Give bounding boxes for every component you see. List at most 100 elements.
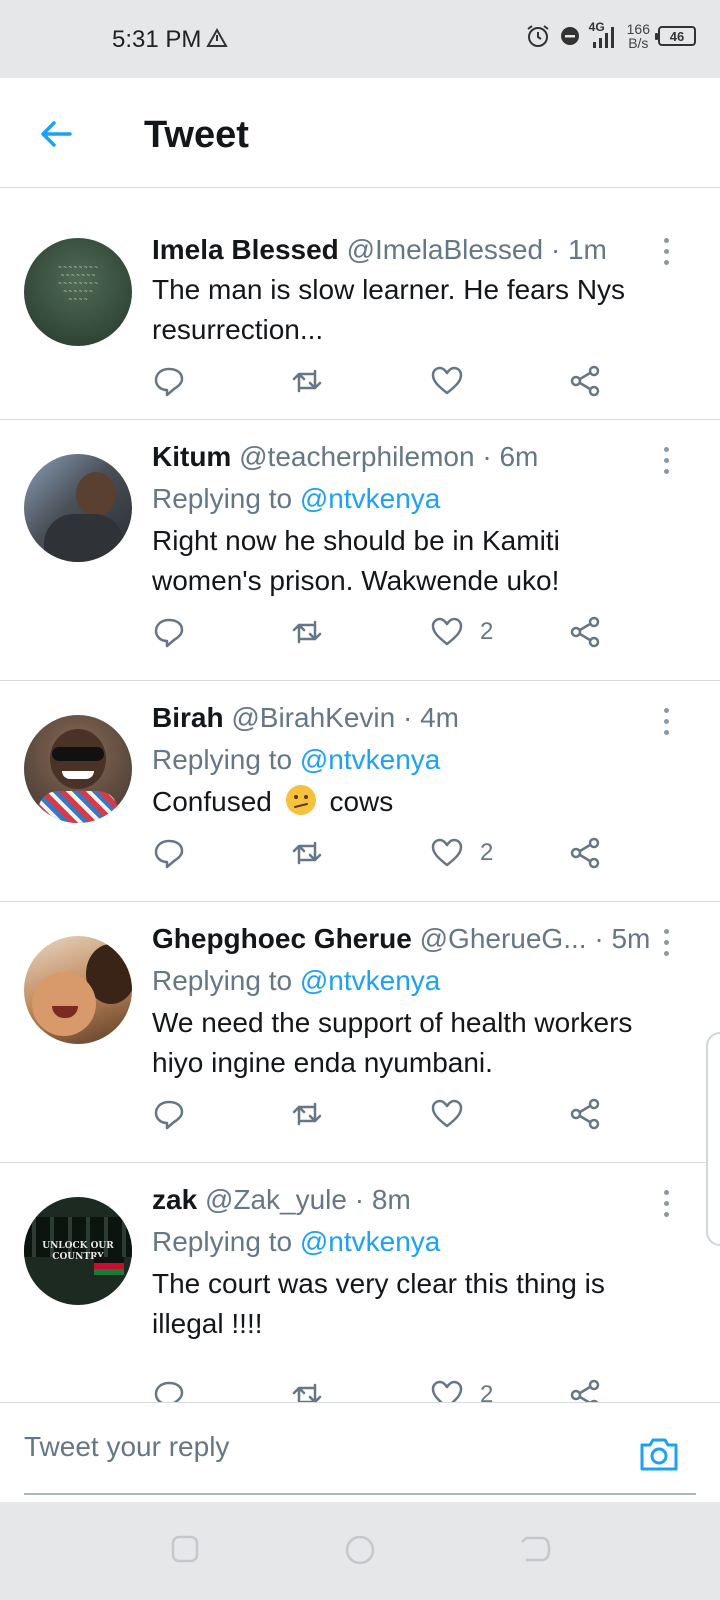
tweet-text-line: illegal !!!!	[152, 1308, 263, 1339]
home-icon[interactable]	[344, 1534, 376, 1566]
warning-icon	[206, 28, 228, 47]
replying-to-label: Replying to	[152, 1226, 293, 1257]
reply-icon	[154, 839, 184, 869]
tweet-actions: 2	[152, 615, 632, 651]
replying-to: Replying to @ntvkenya	[152, 479, 660, 519]
avatar[interactable]	[24, 715, 132, 823]
avatar[interactable]	[24, 454, 132, 562]
reply-icon	[154, 367, 184, 397]
mention-link[interactable]: @ntvkenya	[300, 483, 441, 514]
tweet-header: Birah @BirahKevin · 4m	[152, 700, 660, 736]
replying-to: Replying to @ntvkenya	[152, 961, 660, 1001]
network-speed: 166 B/s	[627, 22, 650, 50]
reply-icon	[154, 1381, 184, 1402]
mention-link[interactable]: @ntvkenya	[300, 965, 441, 996]
author-handle[interactable]: @ImelaBlessed	[347, 234, 544, 265]
reply-button[interactable]	[152, 615, 186, 649]
author-name[interactable]: Birah	[152, 702, 224, 733]
tweet-text: The man is slow learner. He fears Nys re…	[152, 270, 660, 350]
reply-button[interactable]	[152, 1097, 186, 1131]
retweet-button[interactable]	[290, 615, 324, 649]
avatar[interactable]	[24, 936, 132, 1044]
like-button[interactable]	[430, 1097, 480, 1131]
tweet-text-line: The court was very clear this thing is	[152, 1268, 605, 1299]
share-icon	[570, 365, 600, 397]
reply-button[interactable]	[152, 1378, 186, 1402]
back-nav-icon[interactable]	[520, 1534, 552, 1564]
like-count: 2	[480, 618, 494, 645]
more-options-icon[interactable]	[662, 1190, 670, 1223]
reply-composer: Tweet your reply	[0, 1402, 720, 1502]
heart-icon	[431, 366, 463, 395]
signal-icon: 4G	[589, 20, 619, 50]
battery-indicator: 46	[655, 26, 696, 46]
more-options-icon[interactable]	[662, 929, 670, 962]
like-button[interactable]	[430, 364, 480, 398]
page-title: Tweet	[144, 114, 249, 156]
tweet-time: 1m	[567, 234, 607, 265]
tweet-text-part: cows	[329, 786, 394, 817]
author-name[interactable]: zak	[152, 1184, 197, 1215]
tweet-header: zak @Zak_yule · 8m	[152, 1182, 660, 1218]
replying-to-label: Replying to	[152, 965, 293, 996]
tweet-item[interactable]: Kitum @teacherphilemon · 6m Replying to …	[0, 421, 720, 681]
camera-icon[interactable]	[638, 1435, 680, 1473]
more-options-icon[interactable]	[662, 238, 670, 271]
avatar[interactable]: ~ ~ ~ ~ ~ ~ ~ ~ ~ ~ ~ ~ ~ ~ ~ ~ ~ ~ ~ ~ ~ …	[24, 238, 132, 346]
share-icon	[570, 1098, 600, 1130]
share-icon	[570, 616, 600, 648]
share-button[interactable]	[568, 1378, 602, 1402]
reply-icon	[154, 618, 184, 648]
mention-link[interactable]: @ntvkenya	[300, 744, 441, 775]
tweet-item[interactable]: Ghepghoec Gherue @GherueG... · 5m Replyi…	[0, 903, 720, 1163]
retweet-button[interactable]	[290, 364, 324, 398]
back-arrow-icon[interactable]	[36, 114, 76, 154]
tweet-time: 5m	[611, 923, 651, 954]
author-name[interactable]: Imela Blessed	[152, 234, 339, 265]
tweet-text-line: Right now he should be in Kamiti	[152, 525, 560, 556]
like-button[interactable]: 2	[430, 615, 493, 649]
more-options-icon[interactable]	[662, 447, 670, 480]
tweet-item[interactable]: UNLOCK OUR COUNTRY zak @Zak_yule · 8m Re…	[0, 1164, 720, 1402]
tweet-item[interactable]: ~ ~ ~ ~ ~ ~ ~ ~ ~ ~ ~ ~ ~ ~ ~ ~ ~ ~ ~ ~ ~ …	[0, 188, 720, 420]
tweet-time: 6m	[499, 441, 539, 472]
avatar-text-line: UNLOCK OUR	[42, 1241, 114, 1251]
tweet-text: Confused cows	[152, 782, 660, 822]
author-name[interactable]: Kitum	[152, 441, 231, 472]
author-handle[interactable]: @BirahKevin	[231, 702, 395, 733]
tweet-time: 4m	[420, 702, 459, 733]
author-name[interactable]: Ghepghoec Gherue	[152, 923, 412, 954]
mention-link[interactable]: @ntvkenya	[300, 1226, 441, 1257]
retweet-button[interactable]	[290, 1378, 324, 1402]
reply-button[interactable]	[152, 836, 186, 870]
tweet-time: 8m	[371, 1184, 411, 1215]
retweet-button[interactable]	[290, 836, 324, 870]
retweet-icon	[292, 1102, 322, 1126]
speed-value: 166	[626, 21, 650, 37]
share-icon	[570, 1379, 600, 1402]
more-options-icon[interactable]	[662, 708, 670, 741]
tweet-item[interactable]: Birah @BirahKevin · 4m Replying to @ntvk…	[0, 682, 720, 902]
status-icons: 4G 166 B/s 46	[525, 20, 696, 50]
avatar[interactable]: UNLOCK OUR COUNTRY	[24, 1197, 132, 1305]
heart-icon	[431, 1380, 463, 1402]
share-button[interactable]	[568, 364, 602, 398]
reply-button[interactable]	[152, 364, 186, 398]
edge-panel-handle[interactable]	[706, 1032, 720, 1246]
like-button[interactable]: 2	[430, 1378, 493, 1402]
author-handle[interactable]: @GherueG...	[420, 923, 587, 954]
share-button[interactable]	[568, 615, 602, 649]
recent-apps-icon[interactable]	[170, 1534, 200, 1564]
like-button[interactable]: 2	[430, 836, 493, 870]
heart-icon	[431, 1099, 463, 1128]
retweet-button[interactable]	[290, 1097, 324, 1131]
tweet-actions	[152, 1097, 632, 1133]
tweet-actions: 2	[152, 836, 632, 872]
share-button[interactable]	[568, 836, 602, 870]
author-handle[interactable]: @Zak_yule	[205, 1184, 347, 1215]
author-handle[interactable]: @teacherphilemon	[239, 441, 474, 472]
heart-icon	[431, 838, 463, 867]
tweet-text-line: We need the support of health workers	[152, 1007, 633, 1038]
share-button[interactable]	[568, 1097, 602, 1131]
reply-input[interactable]: Tweet your reply	[24, 1431, 229, 1463]
